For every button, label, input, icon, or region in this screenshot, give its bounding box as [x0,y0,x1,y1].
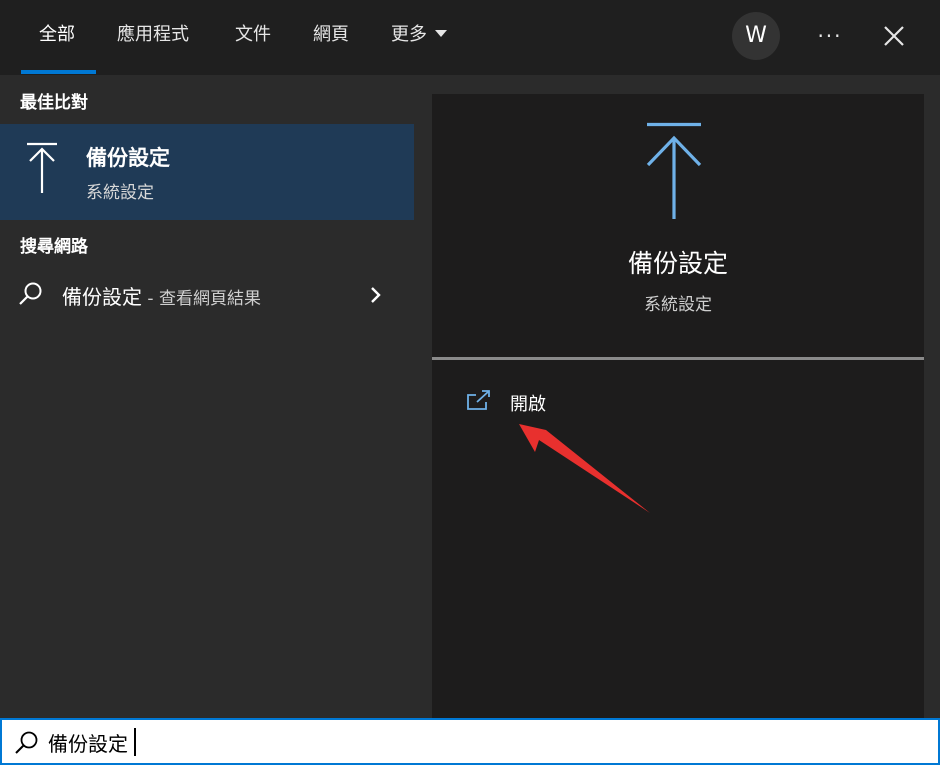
preview-panel: 備份設定 系統設定 開啟 [432,94,924,718]
tab-documents[interactable]: 文件 [235,0,271,75]
tab-more[interactable]: 更多 [391,0,447,75]
search-input[interactable] [48,726,908,758]
tab-apps[interactable]: 應用程式 [117,0,189,75]
upload-arrow-icon [27,142,57,193]
web-search-text: 備份設定 - 查看網頁結果 [62,281,261,310]
chevron-right-icon[interactable] [368,285,384,305]
web-search-header: 搜尋網路 [20,237,88,257]
more-options-button[interactable]: ··· [810,18,850,54]
web-search-query: 備份設定 [62,285,142,309]
best-match-header: 最佳比對 [20,93,88,113]
top-bar: 全部 應用程式 文件 網頁 更多 W ··· [0,0,940,75]
best-match-title: 備份設定 [86,146,170,170]
divider [432,357,924,360]
open-external-icon [467,390,490,410]
search-bar [0,718,940,765]
preview-subtitle: 系統設定 [644,295,712,315]
tab-more-label: 更多 [391,24,427,45]
web-search-item[interactable]: 備份設定 - 查看網頁結果 [0,271,414,319]
open-action-label: 開啟 [510,394,546,415]
open-action[interactable]: 開啟 [466,386,606,420]
web-search-suffix: - 查看網頁結果 [142,289,261,309]
preview-title: 備份設定 [627,249,728,278]
search-icon [19,282,42,305]
best-match-subtitle: 系統設定 [86,183,154,203]
upload-arrow-icon [646,122,702,219]
tab-web[interactable]: 網頁 [313,0,349,75]
close-icon [884,26,904,46]
chevron-down-icon [435,29,447,37]
search-icon [15,731,38,754]
close-button[interactable] [876,18,912,54]
active-tab-indicator [21,70,96,74]
account-avatar[interactable]: W [732,12,780,60]
results-panel: 最佳比對 備份設定 系統設定 搜尋網路 備份設定 - 查看網頁結果 [0,75,414,718]
best-match-item[interactable]: 備份設定 系統設定 [0,124,414,220]
tab-all[interactable]: 全部 [39,0,75,75]
text-caret [134,728,136,756]
